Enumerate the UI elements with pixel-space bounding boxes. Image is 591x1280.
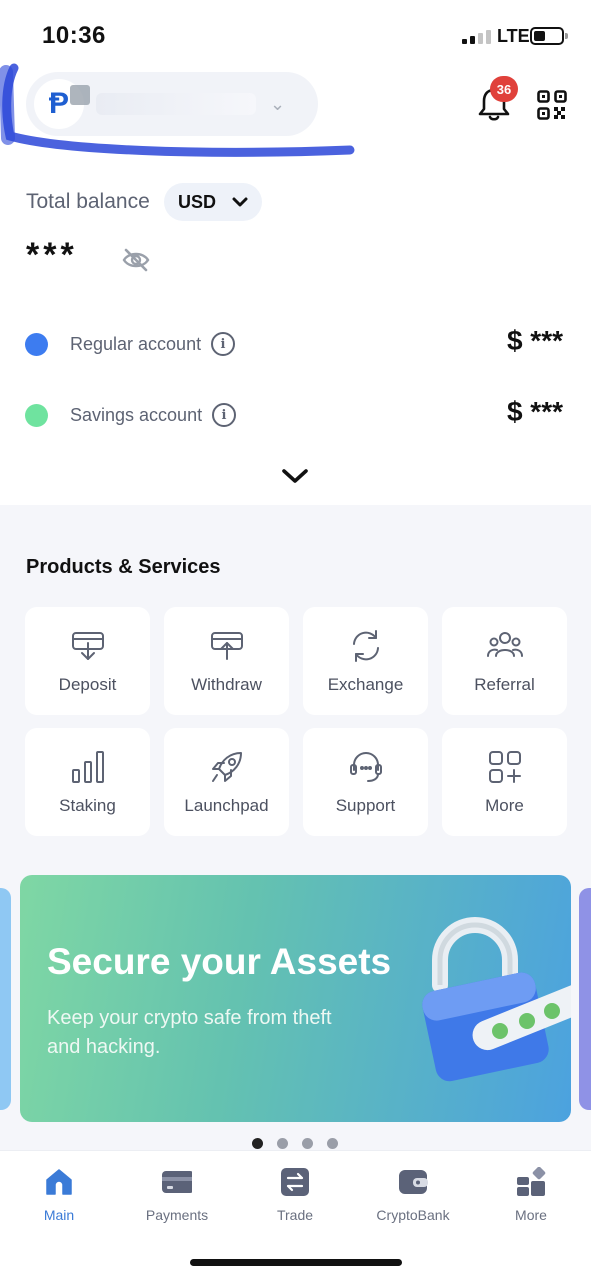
- carousel-dot[interactable]: [327, 1138, 338, 1149]
- currency-selector[interactable]: USD: [164, 183, 262, 221]
- launchpad-button[interactable]: Launchpad: [164, 728, 289, 836]
- deposit-button[interactable]: Deposit: [25, 607, 150, 715]
- wallet-icon: [399, 1170, 428, 1194]
- savings-account-label: Savings account: [70, 405, 203, 425]
- total-balance-value: ***: [26, 236, 78, 274]
- tab-trade-label: Trade: [276, 1207, 314, 1223]
- chevron-down-icon: ⌄: [270, 93, 286, 114]
- staking-label: Staking: [59, 796, 116, 815]
- regular-account-amount: $ ***: [506, 325, 563, 356]
- savings-account-row[interactable]: Savings account i $ ***: [0, 396, 591, 436]
- services-title: Products & Services: [26, 556, 221, 578]
- network-type: LTE: [497, 26, 530, 46]
- tab-more[interactable]: More: [476, 1167, 586, 1223]
- referral-icon: [486, 632, 523, 657]
- withdraw-button[interactable]: Withdraw: [164, 607, 289, 715]
- trade-icon: [281, 1168, 309, 1196]
- regular-account-label: Regular account: [70, 334, 202, 354]
- promo-banner[interactable]: Secure your Assets Keep your crypto safe…: [20, 875, 571, 1122]
- more-grid-icon: [488, 751, 521, 783]
- exchange-button[interactable]: Exchange: [303, 607, 428, 715]
- tab-main-label: Main: [43, 1207, 75, 1223]
- info-icon[interactable]: i: [211, 332, 235, 356]
- exchange-icon: [352, 630, 379, 662]
- banner-title: Secure your Assets: [47, 941, 392, 982]
- referral-label: Referral: [474, 675, 535, 694]
- account-switcher[interactable]: Ᵽ ⌄: [26, 72, 318, 136]
- carousel-dot-active[interactable]: [252, 1138, 263, 1149]
- regular-account-dot: [25, 333, 48, 356]
- tab-trade[interactable]: Trade: [240, 1167, 350, 1223]
- home-icon: [46, 1169, 72, 1195]
- carousel-pagination: [252, 1138, 338, 1149]
- referral-button[interactable]: Referral: [442, 607, 567, 715]
- more-label: More: [485, 796, 524, 815]
- savings-account-amount: $ ***: [506, 396, 563, 427]
- support-icon: [349, 752, 382, 782]
- notification-badge: 36: [490, 76, 518, 102]
- card-icon: [162, 1171, 192, 1193]
- home-indicator: [190, 1259, 402, 1266]
- total-balance-label: Total balance: [26, 190, 150, 213]
- tab-payments[interactable]: Payments: [122, 1167, 232, 1223]
- withdraw-icon: [210, 632, 243, 660]
- support-button[interactable]: Support: [303, 728, 428, 836]
- carousel-dot[interactable]: [277, 1138, 288, 1149]
- deposit-label: Deposit: [58, 675, 117, 694]
- avatar-logo-letter: Ᵽ: [48, 87, 69, 120]
- chevron-down-icon: [232, 197, 248, 207]
- more-services-button[interactable]: More: [442, 728, 567, 836]
- padlock-illustration-icon: [422, 917, 571, 1082]
- carousel-next-card[interactable]: [579, 888, 591, 1110]
- tab-cryptobank-label: CryptoBank: [376, 1207, 450, 1223]
- status-time: 10:36: [42, 22, 106, 49]
- deposit-icon: [71, 632, 104, 660]
- qr-code-icon[interactable]: [537, 90, 567, 120]
- withdraw-label: Withdraw: [191, 675, 262, 694]
- launchpad-icon: [211, 752, 242, 782]
- currency-value: USD: [177, 191, 216, 212]
- savings-account-dot: [25, 404, 48, 427]
- battery-icon: [530, 27, 568, 45]
- status-bar: 10:36 LTE: [0, 0, 591, 70]
- more-icon: [517, 1167, 546, 1196]
- staking-icon: [71, 751, 104, 783]
- tab-cryptobank[interactable]: CryptoBank: [358, 1167, 468, 1223]
- redacted-account-name: [96, 93, 256, 115]
- launchpad-label: Launchpad: [184, 796, 269, 815]
- avatar-badge-icon: [70, 85, 90, 105]
- services-grid: Deposit Withdraw Exchange Referral Staki…: [25, 607, 567, 836]
- carousel-prev-card[interactable]: [0, 888, 11, 1110]
- tab-more-label: More: [515, 1207, 547, 1223]
- regular-account-row[interactable]: Regular account i $ ***: [0, 325, 591, 365]
- support-label: Support: [335, 796, 396, 815]
- tab-main[interactable]: Main: [4, 1167, 114, 1223]
- exchange-label: Exchange: [327, 675, 404, 694]
- staking-button[interactable]: Staking: [25, 728, 150, 836]
- signal-icon: [462, 30, 491, 44]
- info-icon[interactable]: i: [212, 403, 236, 427]
- expand-chevron-icon[interactable]: [280, 466, 310, 486]
- tab-payments-label: Payments: [145, 1207, 209, 1223]
- carousel-dot[interactable]: [302, 1138, 313, 1149]
- account-avatar: Ᵽ: [34, 79, 90, 129]
- eye-off-icon[interactable]: [121, 247, 151, 273]
- banner-subtitle: Keep your crypto safe from theft and hac…: [47, 1007, 332, 1058]
